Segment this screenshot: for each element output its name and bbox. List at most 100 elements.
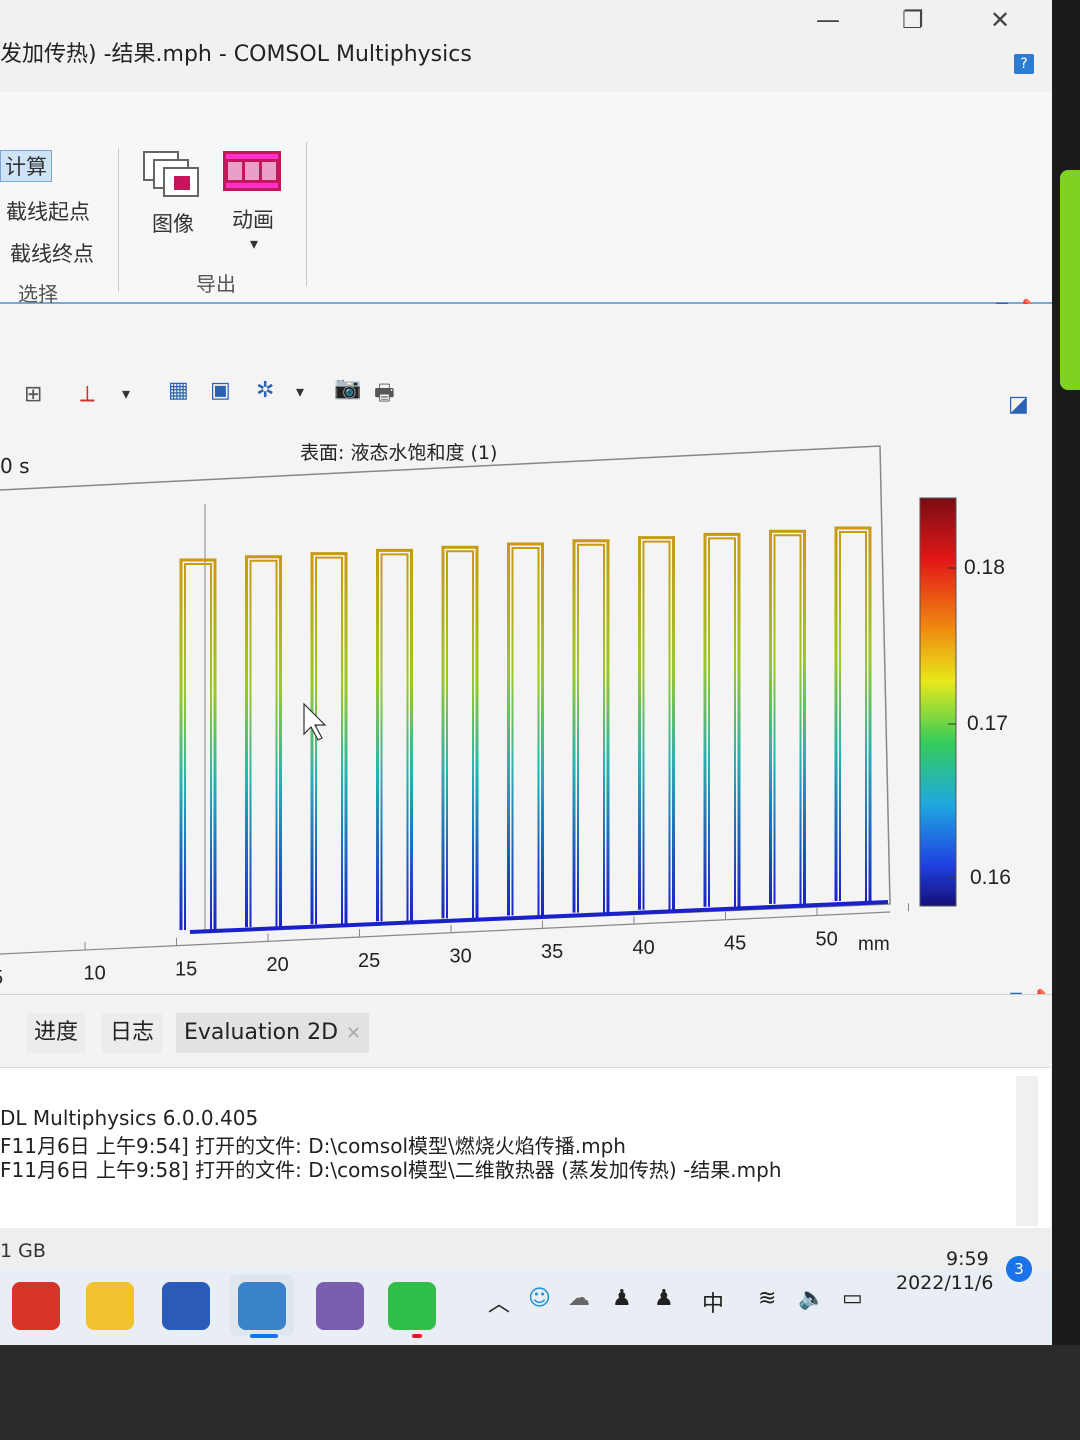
tab-evaluation-2d-label: Evaluation 2D (184, 1020, 339, 1045)
log-line: F11月6日 上午9:58] 打开的文件: D:\comsol模型\二维散热器 … (0, 1158, 782, 1182)
minimize-button[interactable]: — (816, 6, 840, 34)
plot-frame (0, 445, 891, 933)
x-tick-label: 15 (175, 958, 197, 980)
notification-badge[interactable]: 3 (1006, 1256, 1032, 1282)
fin (572, 539, 610, 913)
export-group-label: 导出 (196, 272, 236, 296)
x-unit-label: mm (858, 934, 890, 955)
log-scrollbar[interactable] (1016, 1076, 1038, 1226)
tab-close-icon[interactable]: ✕ (346, 1023, 361, 1044)
color-bar (919, 497, 957, 907)
close-button[interactable]: ✕ (990, 6, 1010, 34)
fin-inner-outline (380, 553, 409, 922)
tab-evaluation-2d[interactable]: Evaluation 2D ✕ (176, 1013, 370, 1053)
cutline-end-button[interactable]: 截线终点 (10, 238, 94, 268)
fin-inner-outline (708, 537, 736, 907)
fin (703, 532, 741, 907)
window-title: 发加传热) -结果.mph - COMSOL Multiphysics (0, 42, 472, 67)
fin (769, 529, 806, 904)
fin-inner-outline (315, 556, 343, 925)
comsol-app-icon[interactable] (238, 1282, 286, 1330)
fin (441, 545, 479, 919)
fin-inner-outline (577, 543, 605, 913)
plot-canvas[interactable]: 5 10 15 20 25 30 35 40 45 50 mm 0.18 0.17 0.16 (0, 304, 1062, 994)
fin-inner-outline (642, 540, 671, 910)
clock-time[interactable]: 9:59 (946, 1248, 989, 1270)
cutline-start-button[interactable]: 截线起点 (6, 196, 90, 226)
restore-button[interactable]: ❐ (902, 6, 924, 34)
x-tick-label: 45 (724, 933, 746, 955)
green-clip (1060, 170, 1080, 390)
word-app-icon[interactable] (162, 1282, 210, 1330)
status-bar: 1 GB (0, 1228, 1062, 1268)
image-export-label[interactable]: 图像 (152, 208, 194, 238)
tab-log[interactable]: 日志 (102, 1013, 163, 1053)
x-tick-label: 50 (816, 928, 838, 950)
title-bar: 发加传热) -结果.mph - COMSOL Multiphysics — ❐ … (0, 0, 1062, 92)
monitor-bezel-bottom (0, 1345, 1080, 1440)
fin (245, 555, 282, 928)
colorbar-tick-label: 0.18 (964, 556, 1005, 579)
x-tick-label: 10 (84, 963, 106, 985)
animation-dropdown-icon[interactable]: ▾ (250, 234, 258, 253)
animation-export-icon[interactable] (222, 150, 282, 196)
pdf-app-icon[interactable] (12, 1282, 60, 1330)
help-icon[interactable]: ? (1014, 54, 1034, 74)
fin-outline (572, 539, 610, 913)
fin-inner-outline (511, 547, 540, 916)
colorbar-ticks-group: 0.18 0.17 0.16 (948, 556, 1011, 889)
fin-inner-outline (773, 534, 802, 904)
wifi-icon[interactable]: ≋ (758, 1286, 776, 1311)
file-explorer-icon[interactable] (86, 1282, 134, 1330)
fin-outline (769, 529, 806, 904)
animation-export-label[interactable]: 动画 (232, 204, 274, 234)
fin-outline (376, 548, 413, 922)
ribbon: 计算 截线起点 截线终点 选择 图像 动画 ▾ 导出 (0, 92, 1062, 306)
memory-status: 1 GB (0, 1240, 46, 1262)
battery-icon[interactable]: ▭ (842, 1286, 863, 1311)
fin-outline (834, 526, 872, 901)
x-tick-label: 40 (633, 937, 655, 959)
tab-progress[interactable]: 进度 (26, 1013, 87, 1053)
x-tick-label: 25 (358, 950, 380, 972)
qq-icon[interactable]: ♟ (612, 1286, 632, 1311)
x-tick-label: 30 (450, 946, 472, 968)
fin-inner-outline (184, 563, 212, 930)
compute-button[interactable]: 计算 (0, 150, 52, 182)
wechat-app-icon[interactable] (388, 1282, 436, 1330)
ime-indicator[interactable]: 中 (702, 1286, 724, 1318)
fin-outline (638, 536, 675, 910)
app-icon[interactable] (316, 1282, 364, 1330)
ribbon-separator (118, 148, 119, 292)
graphics-window: ⊞ ⟂ ▾ ▦ ▣ ✲ ▾ 📷 🖶 ◪ 0 s 表面: 液态水饱和度 (1) 1… (0, 304, 1062, 994)
image-export-icon[interactable] (142, 150, 202, 202)
x-tick-label: 20 (267, 954, 289, 976)
select-group-label: 选择 (18, 282, 58, 306)
x-axis (0, 911, 891, 955)
onedrive-icon[interactable]: ☁ (568, 1286, 590, 1311)
qq-icon-2[interactable]: ♟ (654, 1286, 674, 1311)
ribbon-separator (306, 142, 307, 286)
tray-app-icon[interactable]: ☺ (528, 1286, 551, 1311)
mouse-cursor-icon (303, 702, 327, 741)
x-ticks-group: 5 10 15 20 25 30 35 40 45 50 (0, 903, 909, 989)
screen: 发加传热) -结果.mph - COMSOL Multiphysics — ❐ … (0, 0, 1062, 1345)
fin-inner-outline (446, 550, 474, 919)
x-tick-label: 5 (0, 967, 3, 989)
fin-outline (245, 555, 282, 928)
tray-chevron-icon[interactable]: ︿ (488, 1286, 510, 1318)
clock-date[interactable]: 2022/11/6 (896, 1272, 993, 1294)
fin (834, 526, 872, 901)
fin-inner-outline (839, 531, 867, 901)
active-app-indicator (250, 1334, 278, 1338)
fin (179, 558, 217, 930)
fin (376, 548, 413, 922)
messages-panel: 进度 日志 Evaluation 2D ✕ DL Multiphysics 6.0… (0, 994, 1062, 1229)
fins-group (179, 526, 872, 930)
volume-icon[interactable]: 🔈 (798, 1286, 825, 1311)
fin-outline (441, 545, 479, 919)
wechat-alert-indicator (412, 1334, 422, 1338)
log-line: DL Multiphysics 6.0.0.405 (0, 1106, 259, 1130)
colorbar-tick-label: 0.17 (967, 712, 1008, 735)
fin (638, 536, 675, 910)
